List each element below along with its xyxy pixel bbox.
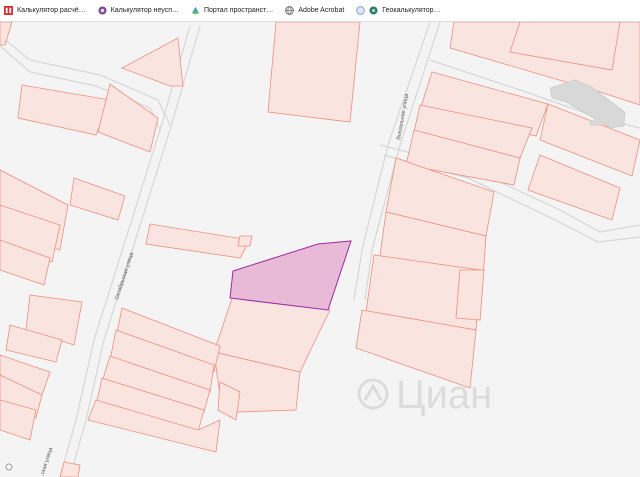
map-canvas[interactable]: Октябрьская улица Вокзальная улица …ская… — [0, 22, 640, 477]
bookmark-2[interactable]: Калькулятор неусп… — [98, 6, 179, 15]
building — [590, 120, 600, 126]
bookmarks-bar: Калькулятор расчё… Калькулятор неусп… По… — [0, 0, 640, 22]
map-marker-icon — [5, 463, 13, 471]
globe-icon — [285, 6, 295, 15]
bookmark-4-label: Adobe Acrobat — [298, 7, 345, 14]
bookmark-3-label: Портал пространст… — [204, 7, 274, 14]
bookmark-5[interactable]: Геокалькулятор… — [356, 6, 441, 15]
browser-globe-icon — [356, 6, 366, 15]
bookmark-1-label: Калькулятор расчё… — [17, 7, 86, 14]
cadastre-portal-icon — [191, 6, 200, 15]
watermark-text: Циан — [396, 373, 492, 417]
cadastral-map[interactable]: Октябрьская улица Вокзальная улица …ская… — [0, 22, 640, 477]
parcel — [59, 461, 81, 477]
geocalc-icon — [369, 6, 378, 15]
bookmark-4[interactable]: Adobe Acrobat — [285, 6, 344, 15]
bookmark-2-label: Калькулятор неусп… — [110, 7, 179, 14]
parcel — [267, 22, 361, 123]
parcel — [455, 269, 485, 321]
bookmark-1[interactable]: Калькулятор расчё… — [4, 6, 86, 15]
bookmark-5-label: Геокалькулятор… — [382, 7, 441, 14]
bookmark-3[interactable]: Портал пространст… — [191, 6, 273, 15]
seal-icon — [98, 6, 107, 15]
red-pdf-icon — [4, 6, 13, 15]
parcel — [237, 235, 253, 247]
